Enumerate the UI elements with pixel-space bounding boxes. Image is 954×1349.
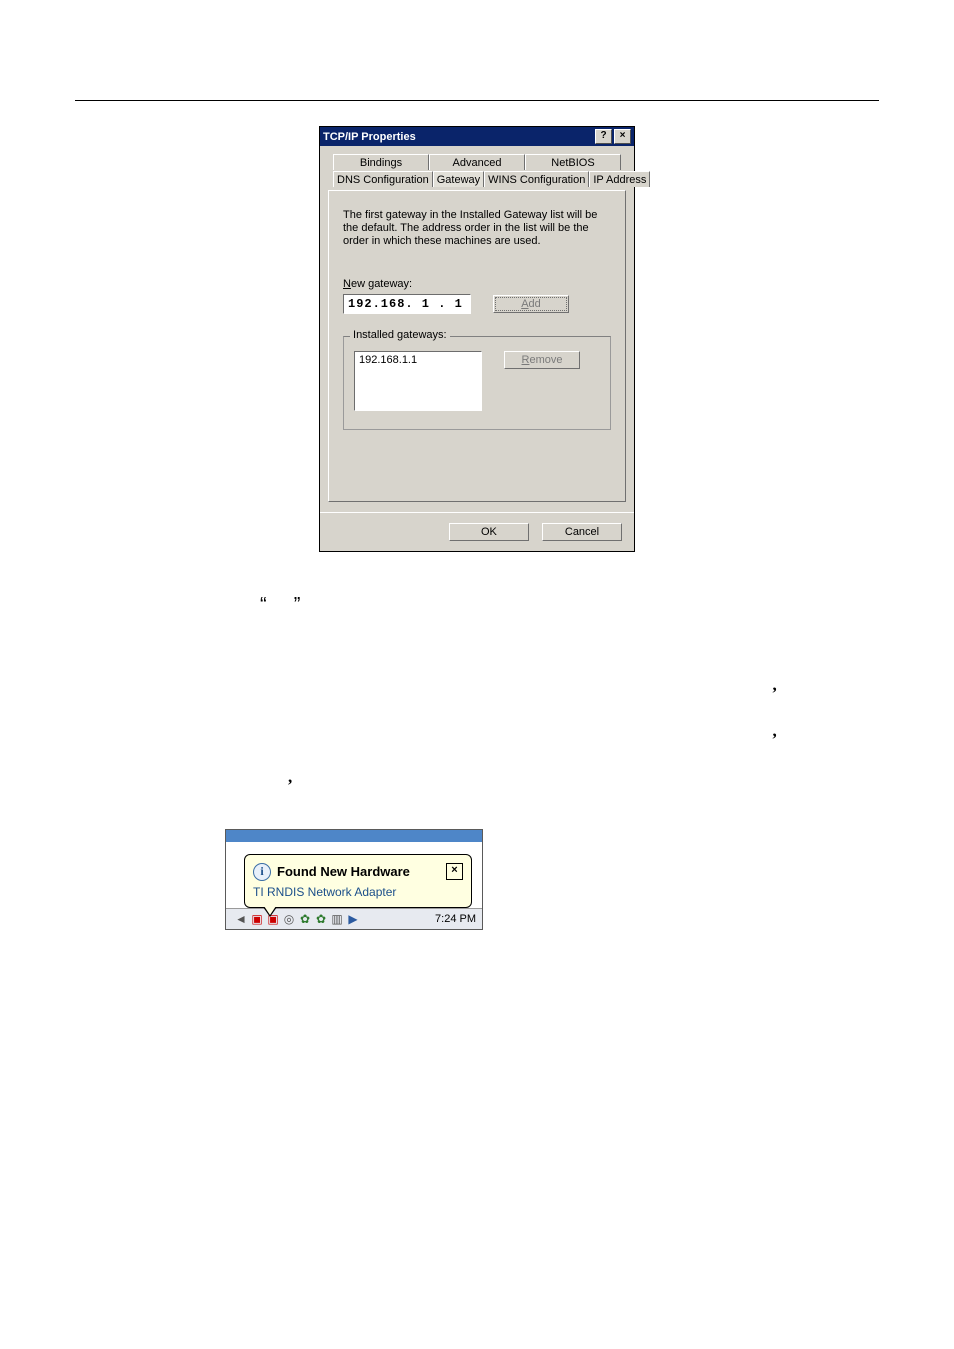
- tab-advanced[interactable]: Advanced: [429, 154, 525, 170]
- tab-pane-gateway: The first gateway in the Installed Gatew…: [328, 190, 626, 502]
- add-button[interactable]: Add: [493, 295, 569, 313]
- tab-gateway[interactable]: Gateway: [433, 171, 484, 187]
- new-gateway-label: New gateway:: [343, 278, 611, 290]
- tray-clock: 7:24 PM: [435, 913, 476, 925]
- tab-netbios[interactable]: NetBIOS: [525, 154, 621, 170]
- notification-top-bar: [226, 830, 482, 842]
- tab-dns-configuration[interactable]: DNS Configuration: [333, 171, 433, 187]
- installed-gateways-legend: Installed gateways:: [350, 329, 450, 341]
- dialog-title: TCP/IP Properties: [323, 131, 416, 143]
- titlebar-close-button[interactable]: ×: [614, 129, 631, 144]
- installed-gateways-list[interactable]: 192.168.1.1: [354, 351, 482, 411]
- tray-icon[interactable]: ▶: [346, 912, 360, 926]
- balloon-tail-icon: [263, 907, 277, 917]
- notification-title: Found New Hardware: [277, 864, 410, 879]
- tab-bindings[interactable]: Bindings: [333, 154, 429, 170]
- installed-gateway-item[interactable]: 192.168.1.1: [359, 354, 477, 366]
- doc-quote-marks: “ ”: [260, 592, 839, 619]
- ok-button[interactable]: OK: [449, 523, 529, 541]
- tab-wins-configuration[interactable]: WINS Configuration: [484, 171, 589, 187]
- cancel-button[interactable]: Cancel: [542, 523, 622, 541]
- tab-strip: Bindings Advanced NetBIOS DNS Configurat…: [328, 154, 626, 191]
- gateway-description: The first gateway in the Installed Gatew…: [343, 209, 611, 248]
- tray-icon[interactable]: ✿: [298, 912, 312, 926]
- dialog-body: Bindings Advanced NetBIOS DNS Configurat…: [320, 146, 634, 512]
- titlebar-help-button[interactable]: ?: [595, 129, 612, 144]
- tray-icon[interactable]: ◎: [282, 912, 296, 926]
- top-rule: [75, 100, 879, 101]
- installed-gateways-group: Installed gateways: 192.168.1.1 Remove: [343, 336, 611, 430]
- dialog-footer: OK Cancel: [320, 512, 634, 551]
- tcpip-properties-dialog: TCP/IP Properties ? × Bindings Advanced …: [319, 126, 635, 552]
- notification-balloon[interactable]: i Found New Hardware × TI RNDIS Network …: [244, 854, 472, 908]
- notification-message: TI RNDIS Network Adapter: [253, 885, 463, 899]
- new-gateway-input[interactable]: 192.168. 1 . 1: [343, 294, 471, 314]
- found-new-hardware-notification: i Found New Hardware × TI RNDIS Network …: [225, 829, 483, 930]
- tab-ip-address[interactable]: IP Address: [589, 171, 650, 187]
- tray-icon[interactable]: ✿: [314, 912, 328, 926]
- tray-icon[interactable]: ▣: [250, 912, 264, 926]
- remove-button[interactable]: Remove: [504, 351, 580, 369]
- tray-icon[interactable]: ◄: [234, 912, 248, 926]
- doc-paragraph-area: xxxxxxxxxxxxxxxxxxxxxxxxxxxxxxxxxxxxxxxx…: [220, 674, 839, 789]
- notification-close-button[interactable]: ×: [446, 863, 463, 880]
- tray-icon[interactable]: ▥: [330, 912, 344, 926]
- dialog-titlebar[interactable]: TCP/IP Properties ? ×: [320, 127, 634, 146]
- info-icon: i: [253, 863, 271, 881]
